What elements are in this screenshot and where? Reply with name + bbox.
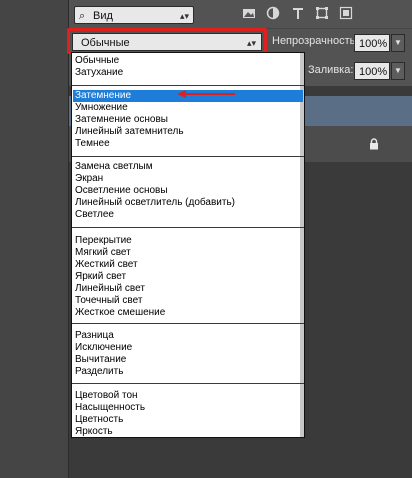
lock-icon [369,137,379,150]
blend-option[interactable]: Жесткий свет [73,259,303,271]
blend-option[interactable]: Цветность [73,414,303,426]
separator [72,85,304,86]
image-filter-icon[interactable] [242,6,256,20]
blend-option[interactable]: Затухание [73,67,303,79]
blend-option[interactable]: Затемнение основы [73,114,303,126]
separator [72,227,304,228]
blend-option[interactable]: Светлее [73,209,303,221]
blend-option[interactable]: Яркость [73,426,303,438]
separator [72,156,304,157]
blend-option[interactable]: Вычитание [73,354,303,366]
separator [72,323,304,324]
blend-option[interactable]: Линейный свет [73,283,303,295]
blend-option[interactable]: Линейный затемнитель [73,126,303,138]
blend-option[interactable]: Разница [73,330,303,342]
red-arrow-icon [177,90,235,98]
smart-object-filter-icon[interactable] [339,6,353,20]
fill-dropdown-button[interactable]: ▼ [391,62,405,80]
opacity-label: Непрозрачность: [272,35,359,47]
blend-option[interactable]: Обычные [73,55,303,67]
blend-option[interactable]: Цветовой тон [73,390,303,402]
blend-option[interactable]: Разделить [73,366,303,378]
type-filter-icon[interactable] [291,6,305,20]
layer-kind-select[interactable]: ⌕ Вид ▴▾ [74,6,194,24]
left-strip [0,0,69,478]
blend-option[interactable]: Мягкий свет [73,247,303,259]
blend-option[interactable]: Насыщенность [73,402,303,414]
adjustment-filter-icon[interactable] [266,6,280,20]
shape-filter-icon[interactable] [315,6,329,20]
blend-option[interactable]: Экран [73,173,303,185]
updown-icon: ▴▾ [179,11,189,21]
fill-input[interactable]: 100% [354,62,390,80]
separator [72,383,304,384]
opacity-input[interactable]: 100% [354,34,390,52]
blend-option[interactable]: Перекрытие [73,235,303,247]
fill-label: Заливка: [308,64,354,76]
blend-option[interactable]: Точечный свет [73,295,303,307]
blend-option[interactable]: Осветление основы [73,185,303,197]
blend-option[interactable]: Умножение [73,102,303,114]
blend-option[interactable]: Замена светлым [73,161,303,173]
search-icon: ⌕ [79,10,86,22]
opacity-dropdown-button[interactable]: ▼ [391,34,405,52]
blend-option[interactable]: Темнее [73,138,303,150]
highlight-box [67,28,267,54]
blend-option[interactable]: Линейный осветлитель (добавить) [73,197,303,209]
blend-option[interactable]: Исключение [73,342,303,354]
blend-option[interactable]: Жесткое смешение [73,307,303,319]
layer-kind-label: Вид [93,10,113,22]
blend-mode-dropdown: Обычные Затухание Затемнение Умножение З… [71,52,305,438]
blend-option[interactable]: Яркий свет [73,271,303,283]
